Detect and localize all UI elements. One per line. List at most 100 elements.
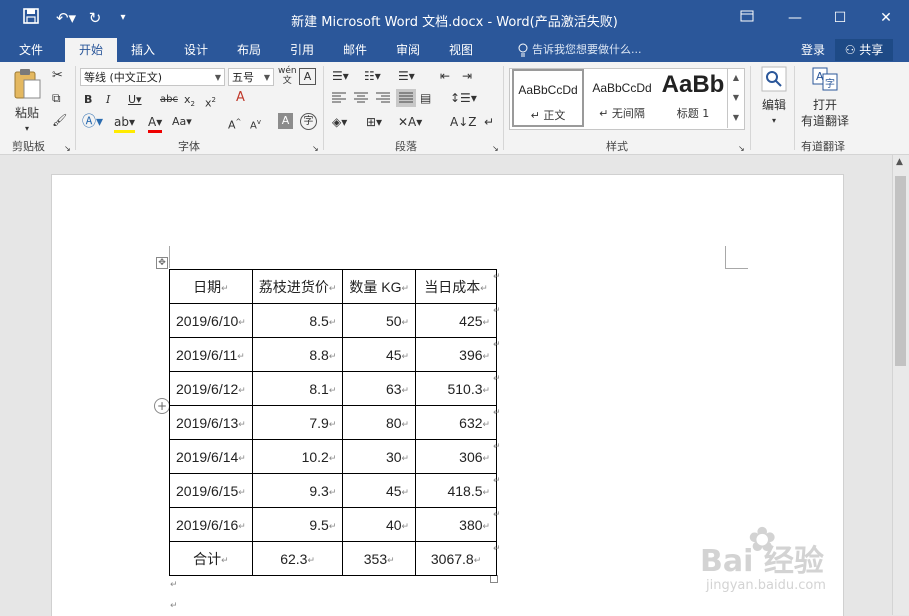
text-effects-icon[interactable]: Ⓐ▾ — [82, 114, 103, 130]
table-cell[interactable]: 80↵ — [342, 405, 417, 440]
decrease-indent-icon[interactable]: ⇤ — [440, 68, 450, 84]
close-icon[interactable]: ✕ — [874, 8, 898, 28]
table-cell[interactable]: 63↵ — [342, 371, 417, 406]
table-cell[interactable]: 2019/6/16↵ — [169, 507, 253, 542]
tell-me-search[interactable]: 告诉我您想要做什么... — [532, 38, 642, 62]
table-cell[interactable]: 2019/6/15↵ — [169, 473, 253, 508]
tab-insert[interactable]: 插入 — [122, 38, 164, 62]
minimize-icon[interactable]: — — [783, 8, 807, 28]
table-cell[interactable]: 2019/6/14↵ — [169, 439, 253, 474]
table-cell[interactable]: 3067.8↵ — [415, 541, 498, 576]
table-move-handle-icon[interactable]: ✥ — [156, 257, 168, 269]
char-border-button[interactable]: A — [299, 68, 316, 85]
tab-references[interactable]: 引用 — [281, 38, 323, 62]
table-cell[interactable]: 306↵ — [415, 439, 498, 474]
line-spacing-icon[interactable]: ↕☰▾ — [450, 90, 477, 106]
show-marks-icon[interactable]: ↵ — [484, 114, 494, 130]
table-cell[interactable]: 632↵ — [415, 405, 498, 440]
share-button[interactable]: ⚇ 共享 — [835, 39, 893, 61]
login-link[interactable]: 登录 — [801, 38, 825, 62]
grow-font-icon[interactable]: A^ — [228, 114, 241, 134]
underline-icon[interactable]: U▾ — [128, 92, 142, 108]
ribbon-display-icon[interactable] — [735, 8, 759, 28]
clear-formatting-icon[interactable]: A — [236, 90, 245, 106]
table-cell[interactable]: 510.3↵ — [415, 371, 498, 406]
table-cell[interactable]: 2019/6/13↵ — [169, 405, 253, 440]
table-cell[interactable]: 396↵ — [415, 337, 498, 372]
superscript-icon[interactable]: x2 — [205, 92, 216, 112]
enclose-char-icon[interactable]: 字 — [300, 113, 317, 130]
shading-icon[interactable]: ◈▾ — [332, 114, 347, 130]
table-cell[interactable]: 9.3↵ — [251, 473, 344, 508]
numbering-icon[interactable]: ☷▾ — [364, 68, 381, 84]
chevron-up-icon[interactable]: ▲ — [896, 157, 903, 167]
phonetic-guide-button[interactable]: wén 文 — [278, 66, 297, 86]
table-cell[interactable]: 7.9↵ — [251, 405, 344, 440]
change-case-icon[interactable]: Aa▾ — [172, 114, 192, 130]
format-painter-icon[interactable]: 🖌 — [52, 112, 67, 128]
highlight-icon[interactable]: ab▾ — [114, 114, 135, 133]
tab-home[interactable]: 开始 — [65, 38, 117, 62]
align-center-icon[interactable] — [354, 92, 368, 109]
tab-file[interactable]: 文件 — [10, 38, 52, 62]
justify-icon[interactable] — [396, 89, 416, 107]
distributed-icon[interactable]: ▤ — [420, 90, 431, 106]
sort-icon[interactable]: A↓Z — [450, 114, 476, 130]
align-left-icon[interactable] — [332, 92, 346, 109]
chevron-up-icon[interactable]: ▲ — [728, 68, 744, 88]
data-table[interactable]: 日期↵ 荔枝进货价↵ 数量 KG↵ 当日成本↵ 2019/6/10↵ 8.5↵ 50… — [169, 269, 498, 576]
table-cell[interactable]: 45↵ — [342, 337, 417, 372]
table-cell[interactable]: 45↵ — [342, 473, 417, 508]
tab-design[interactable]: 设计 — [175, 38, 217, 62]
bold-icon[interactable]: B — [84, 92, 92, 108]
table-cell[interactable]: 425↵ — [415, 303, 498, 338]
strikethrough-icon[interactable]: abc — [160, 92, 178, 108]
chinese-layout-icon[interactable]: ✕A▾ — [398, 114, 422, 130]
style-normal[interactable]: AaBbCcDd ↵ 正文 — [512, 69, 584, 127]
shrink-font-icon[interactable]: Av — [250, 114, 261, 134]
align-right-icon[interactable] — [376, 92, 390, 109]
table-cell[interactable]: 2019/6/12↵ — [169, 371, 253, 406]
cut-icon[interactable]: ✂ — [52, 68, 63, 84]
table-cell[interactable]: 380↵ — [415, 507, 498, 542]
italic-icon[interactable]: I — [106, 92, 110, 108]
table-cell[interactable]: 2019/6/10↵ — [169, 303, 253, 338]
table-cell[interactable]: 353↵ — [342, 541, 417, 576]
insert-row-icon[interactable]: + — [154, 398, 170, 414]
table-cell[interactable]: 50↵ — [342, 303, 417, 338]
table-cell[interactable]: 8.1↵ — [251, 371, 344, 406]
table-cell[interactable]: 8.5↵ — [251, 303, 344, 338]
table-cell[interactable]: 40↵ — [342, 507, 417, 542]
borders-icon[interactable]: ⊞▾ — [366, 114, 382, 130]
chevron-down-icon[interactable]: ▼ — [728, 88, 744, 108]
table-cell[interactable]: 30↵ — [342, 439, 417, 474]
table-resize-handle[interactable] — [490, 575, 498, 583]
tab-layout[interactable]: 布局 — [228, 38, 270, 62]
paste-button[interactable]: 粘贴 ▾ — [10, 68, 44, 134]
style-no-spacing[interactable]: AaBbCcDd ↵ 无间隔 — [586, 69, 658, 127]
styles-scroll[interactable]: ▲ ▼ ▼ — [727, 68, 744, 128]
table-cell[interactable]: 418.5↵ — [415, 473, 498, 508]
table-cell[interactable]: 合计↵ — [169, 541, 253, 576]
char-shading-icon[interactable]: A — [278, 113, 293, 129]
font-size-combo[interactable]: 五号 ▼ — [228, 68, 274, 86]
table-cell[interactable]: 62.3↵ — [251, 541, 344, 576]
tab-review[interactable]: 审阅 — [387, 38, 429, 62]
font-color-icon[interactable]: A▾ — [148, 114, 163, 133]
table-cell[interactable]: 9.5↵ — [251, 507, 344, 542]
maximize-icon[interactable]: ☐ — [828, 8, 852, 28]
multilevel-list-icon[interactable]: ☰▾ — [398, 68, 415, 84]
tab-mailings[interactable]: 邮件 — [334, 38, 376, 62]
table-cell[interactable]: 2019/6/11↵ — [169, 337, 253, 372]
gallery-more-icon[interactable]: ▼ — [728, 108, 744, 128]
editing-button[interactable]: 编辑 ▾ — [756, 66, 792, 129]
subscript-icon[interactable]: x2 — [184, 92, 195, 112]
bullets-icon[interactable]: ☰▾ — [332, 68, 349, 84]
style-heading-1[interactable]: AaBb 标题 1 — [660, 69, 726, 127]
copy-icon[interactable]: ⧉ — [52, 90, 61, 106]
font-name-combo[interactable]: 等线 (中文正文) ▼ — [80, 68, 225, 86]
increase-indent-icon[interactable]: ⇥ — [462, 68, 472, 84]
youdao-translate-button[interactable]: A字 打开 有道翻译 — [798, 66, 852, 129]
table-cell[interactable]: 8.8↵ — [251, 337, 344, 372]
scrollbar-thumb[interactable] — [895, 176, 906, 366]
